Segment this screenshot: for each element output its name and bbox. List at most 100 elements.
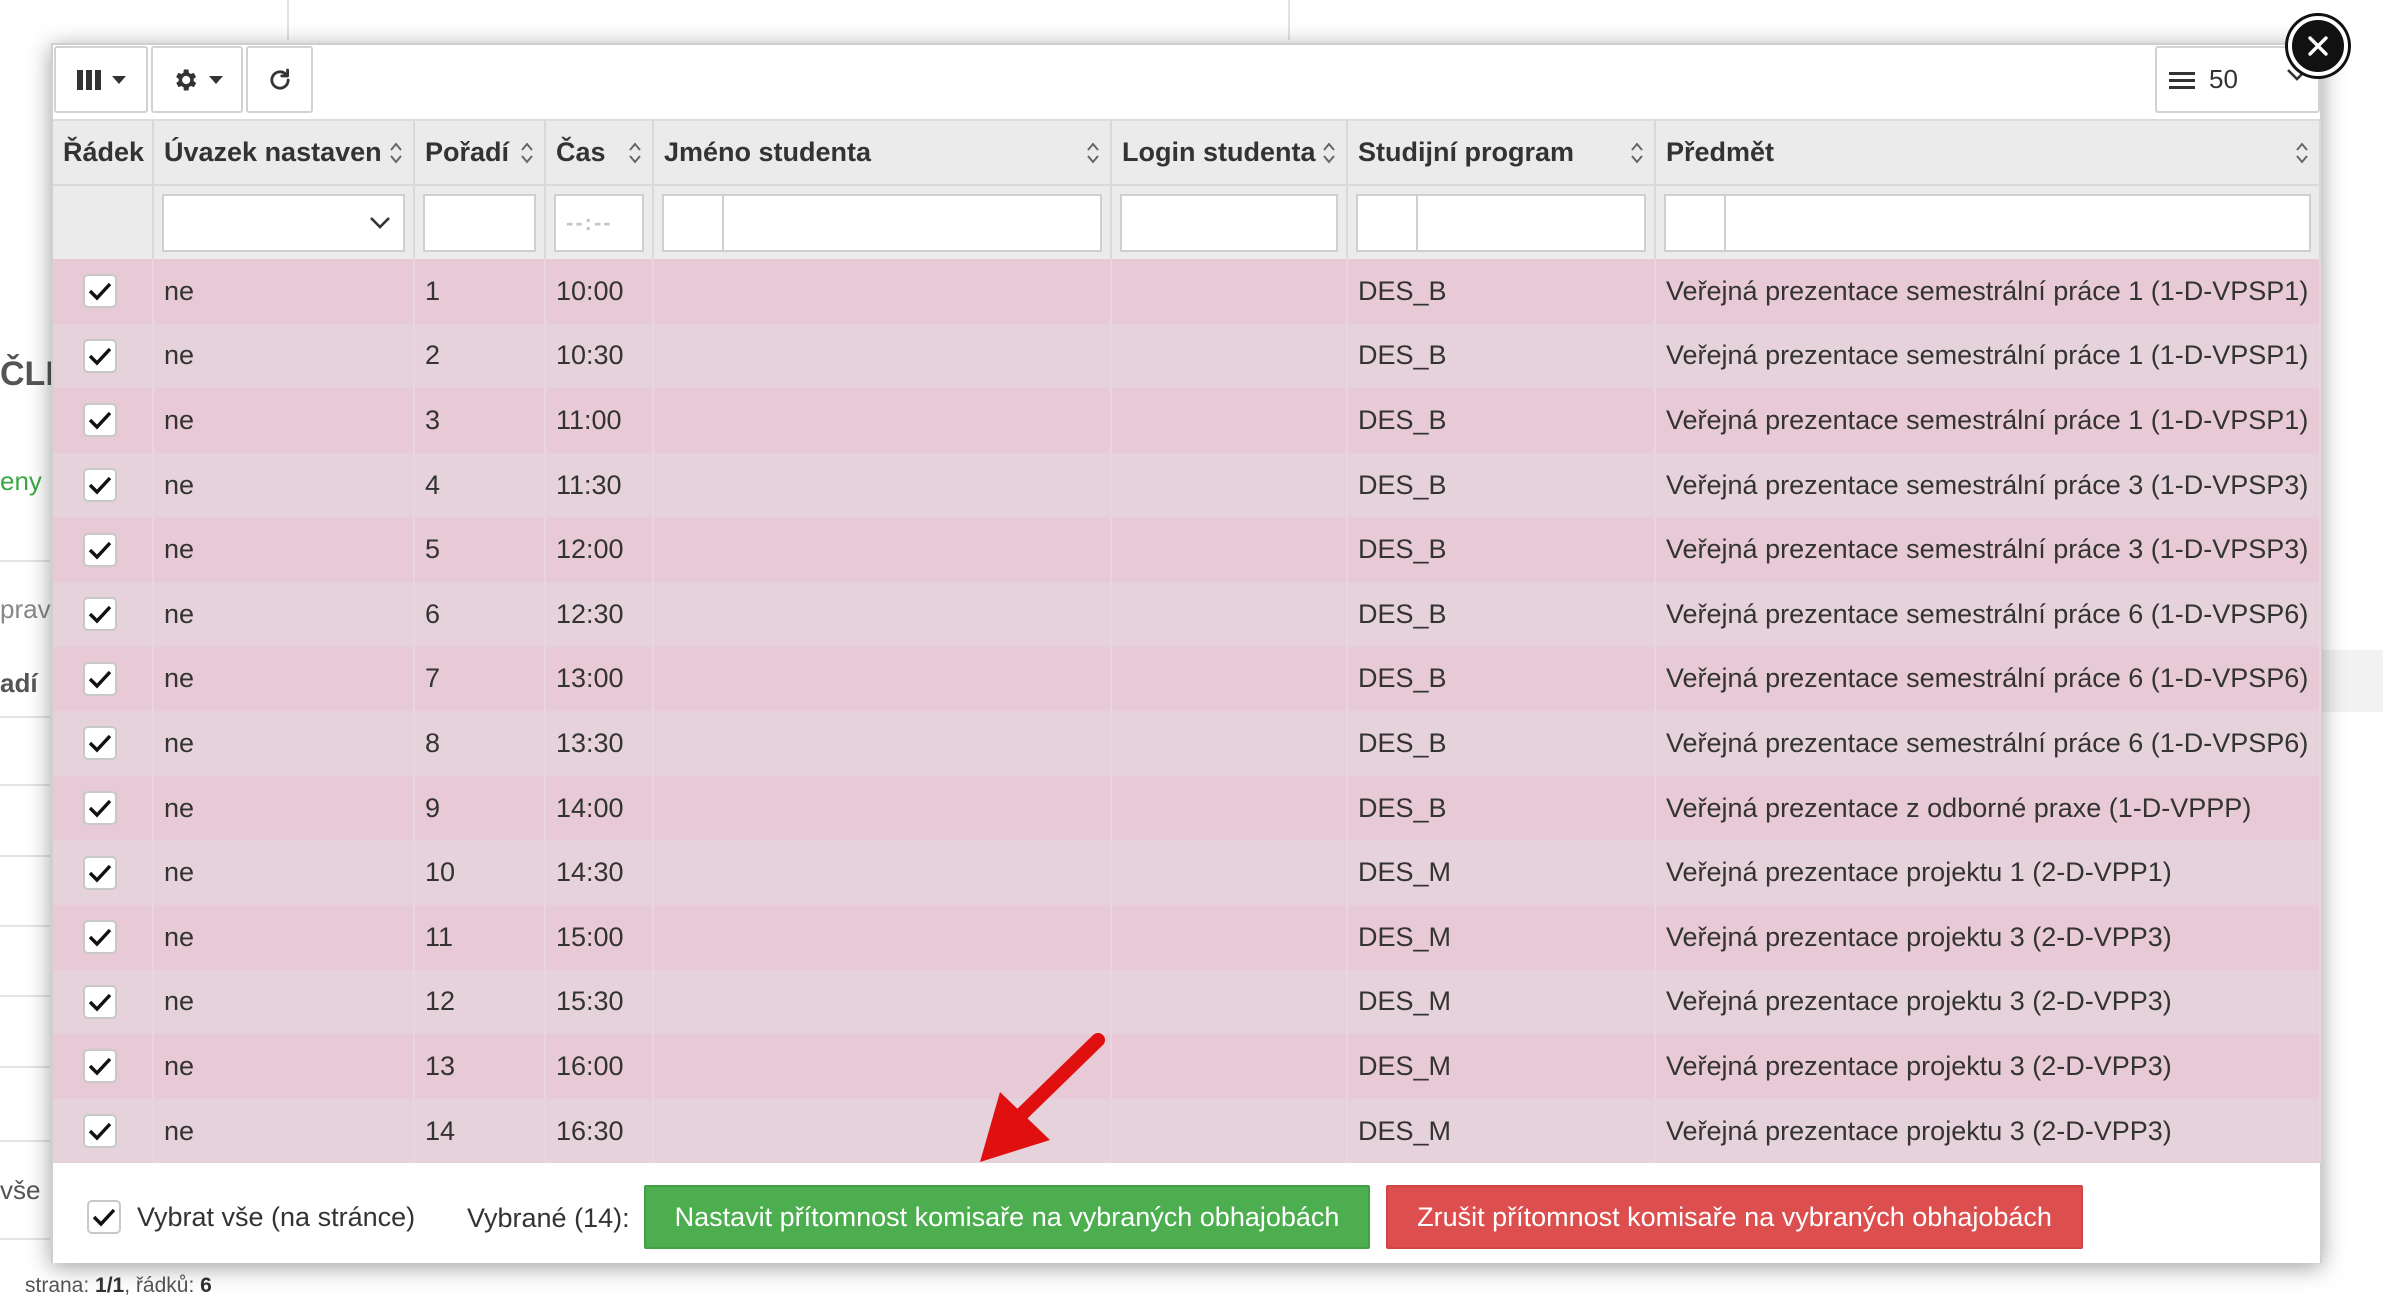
- table-row[interactable]: ne 4 11:30 DES_B Veřejná prezentace semestrá…: [53, 452, 2321, 518]
- row-checkbox-cell: [53, 1098, 154, 1164]
- table-row[interactable]: ne 12 15:30 DES_M Veřejná prezentace projekt…: [53, 969, 2321, 1035]
- cell-program: DES_B: [1347, 711, 1656, 776]
- bg-link-fragment: eny: [0, 466, 42, 496]
- sort-icon: [389, 141, 403, 172]
- table-row[interactable]: ne 14 16:30 DES_M Veřejná prezentace projekt…: [53, 1098, 2321, 1164]
- column-header-radek[interactable]: Řádek: [53, 121, 154, 186]
- table-row[interactable]: ne 3 11:00 DES_B Veřejná prezentace semestrá…: [53, 388, 2321, 453]
- table-row[interactable]: ne 9 14:00 DES_B Veřejná prezentace z odborn…: [53, 775, 2321, 841]
- filter-login-input[interactable]: [1120, 193, 1338, 252]
- row-checkbox[interactable]: [83, 403, 117, 438]
- modal-dialog: 50 Řádek Úvazek nastaven Pořadí Čas Jmén…: [51, 43, 2322, 1263]
- select-all-control[interactable]: Vybrat vše (na stránce): [87, 1200, 415, 1234]
- row-checkbox[interactable]: [83, 1049, 117, 1084]
- filter-program-input[interactable]: [1356, 193, 1646, 252]
- row-checkbox[interactable]: [83, 1114, 117, 1149]
- row-checkbox[interactable]: [83, 791, 117, 826]
- filter-operator-divider: [722, 195, 724, 250]
- cell-jmeno: [653, 259, 1112, 324]
- column-header-predmet[interactable]: Předmět: [1655, 121, 2321, 186]
- filter-jmeno-input[interactable]: [662, 193, 1102, 252]
- caret-icon: [209, 75, 223, 84]
- row-checkbox[interactable]: [83, 661, 117, 696]
- row-checkbox[interactable]: [83, 274, 117, 309]
- cell-cas: 12:30: [545, 581, 654, 647]
- filter-cas-input[interactable]: --:--: [554, 193, 644, 252]
- column-header-login[interactable]: Login studenta: [1111, 121, 1348, 186]
- cancel-attendance-button[interactable]: Zrušit přítomnost komisaře na vybraných …: [1386, 1185, 2083, 1249]
- settings-button[interactable]: [151, 46, 243, 113]
- set-attendance-button[interactable]: Nastavit přítomnost komisaře na vybranýc…: [644, 1185, 1370, 1249]
- cell-login: [1111, 775, 1348, 841]
- bg-pagination-status: strana: 1/1, řádků: 6: [25, 1274, 212, 1297]
- cell-uvazek: ne: [153, 904, 415, 970]
- cell-program: DES_M: [1347, 969, 1656, 1035]
- cell-jmeno: [653, 969, 1112, 1035]
- row-checkbox[interactable]: [83, 468, 117, 503]
- table-row[interactable]: ne 10 14:30 DES_M Veřejná prezentace projekt…: [53, 840, 2321, 905]
- bg-divider: [0, 716, 50, 718]
- row-checkbox[interactable]: [83, 920, 117, 955]
- cell-login: [1111, 517, 1348, 582]
- cell-program: DES_M: [1347, 904, 1656, 970]
- table-row[interactable]: ne 1 10:00 DES_B Veřejná prezentace semestrá…: [53, 259, 2321, 324]
- columns-button[interactable]: [54, 46, 148, 113]
- row-checkbox[interactable]: [83, 338, 117, 373]
- cell-cas: 11:30: [545, 452, 654, 518]
- table-row[interactable]: ne 5 12:00 DES_B Veřejná prezentace semestrá…: [53, 517, 2321, 582]
- cell-uvazek: ne: [153, 969, 415, 1035]
- cell-predmet: Veřejná prezentace semestrální práce 6 (…: [1655, 711, 2321, 776]
- row-checkbox-cell: [53, 775, 154, 841]
- cell-poradi: 7: [414, 646, 546, 712]
- table-row[interactable]: ne 6 12:30 DES_B Veřejná prezentace semestrá…: [53, 581, 2321, 647]
- bg-column-fragment: adí: [0, 668, 38, 698]
- row-checkbox-cell: [53, 646, 154, 712]
- column-header-label: Jméno studenta: [664, 137, 872, 167]
- refresh-button[interactable]: [246, 46, 313, 113]
- column-header-uvazek[interactable]: Úvazek nastaven: [153, 121, 415, 186]
- bg-divider: [0, 784, 50, 786]
- table-row[interactable]: ne 8 13:30 DES_B Veřejná prezentace semestrá…: [53, 711, 2321, 776]
- row-checkbox[interactable]: [83, 726, 117, 761]
- column-header-poradi[interactable]: Pořadí: [414, 121, 546, 186]
- row-checkbox[interactable]: [83, 984, 117, 1019]
- filter-predmet-input[interactable]: [1664, 193, 2311, 252]
- filter-poradi-input[interactable]: [423, 193, 536, 252]
- column-header-cas[interactable]: Čas: [545, 121, 654, 186]
- cell-uvazek: ne: [153, 259, 415, 324]
- row-checkbox-cell: [53, 452, 154, 518]
- table-row[interactable]: ne 2 10:30 DES_B Veřejná prezentace semestrá…: [53, 323, 2321, 389]
- cell-predmet: Veřejná prezentace semestrální práce 3 (…: [1655, 452, 2321, 518]
- cell-jmeno: [653, 840, 1112, 905]
- row-checkbox[interactable]: [83, 855, 117, 890]
- cell-cas: 10:00: [545, 259, 654, 324]
- table-row[interactable]: ne 7 13:00 DES_B Veřejná prezentace semestrá…: [53, 646, 2321, 712]
- filter-uvazek-select[interactable]: [162, 193, 405, 252]
- row-checkbox[interactable]: [83, 597, 117, 632]
- close-button[interactable]: [2288, 16, 2348, 76]
- cell-poradi: 2: [414, 323, 546, 389]
- column-header-program[interactable]: Studijní program: [1347, 121, 1656, 186]
- bg-divider: [0, 995, 50, 997]
- checkmark-icon: [88, 541, 112, 560]
- cell-predmet: Veřejná prezentace semestrální práce 6 (…: [1655, 581, 2321, 647]
- select-all-checkbox[interactable]: [87, 1200, 121, 1234]
- cell-jmeno: [653, 517, 1112, 582]
- column-header-jmeno[interactable]: Jméno studenta: [653, 121, 1112, 186]
- cell-poradi: 6: [414, 581, 546, 647]
- row-checkbox[interactable]: [83, 532, 117, 567]
- table-row[interactable]: ne 11 15:00 DES_M Veřejná prezentace projekt…: [53, 904, 2321, 970]
- table-row[interactable]: ne 13 16:00 DES_M Veřejná prezentace projekt…: [53, 1034, 2321, 1099]
- cell-predmet: Veřejná prezentace projektu 3 (2-D-VPP3): [1655, 1098, 2321, 1164]
- cell-poradi: 8: [414, 711, 546, 776]
- cell-predmet: Veřejná prezentace semestrální práce 1 (…: [1655, 259, 2321, 324]
- cell-login: [1111, 452, 1348, 518]
- cell-poradi: 13: [414, 1034, 546, 1099]
- filter-cell: [1655, 185, 2321, 259]
- cell-poradi: 10: [414, 840, 546, 905]
- cell-cas: 15:30: [545, 969, 654, 1035]
- table-toolbar: 50: [53, 45, 2320, 121]
- filter-cell: [1347, 185, 1656, 259]
- modal-footer: Vybrat vše (na stránce) Vybrané (14): Na…: [53, 1170, 2320, 1263]
- cell-login: [1111, 840, 1348, 905]
